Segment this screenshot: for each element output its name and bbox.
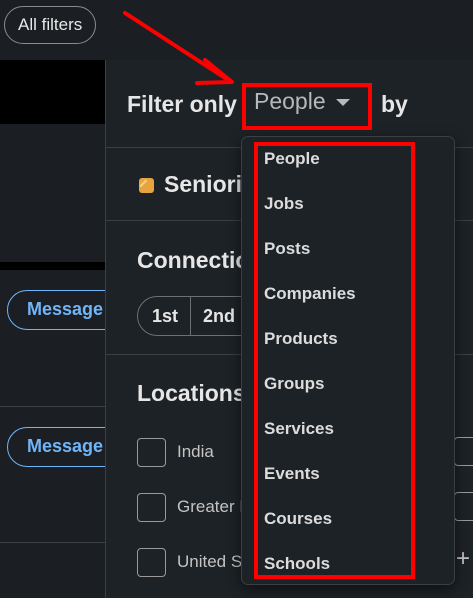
location-checkbox[interactable] [137, 547, 166, 577]
dropdown-item-services[interactable]: Services [264, 419, 334, 439]
filter-panel-header: Filter only People by [106, 60, 473, 148]
search-results-column: Message Message [0, 60, 127, 598]
location-checkbox[interactable] [137, 437, 166, 467]
plus-icon[interactable]: + [456, 545, 470, 573]
result-type-dropdown: People Jobs Posts Companies Products Gro… [242, 137, 454, 584]
dropdown-item-companies[interactable]: Companies [264, 284, 356, 304]
caret-down-icon [335, 99, 350, 107]
connection-1st-button[interactable]: 1st [138, 297, 192, 335]
dropdown-item-jobs[interactable]: Jobs [264, 194, 304, 214]
dropdown-item-courses[interactable]: Courses [264, 509, 332, 529]
all-filters-button[interactable]: All filters [4, 6, 97, 44]
location-checkbox[interactable] [454, 492, 473, 521]
result-banner [0, 60, 105, 124]
location-checkbox[interactable] [137, 492, 166, 522]
result-divider [0, 406, 105, 407]
result-divider [0, 542, 105, 543]
result-separator [0, 262, 105, 270]
location-label: United St [177, 552, 247, 571]
top-bar: All filters [0, 0, 473, 60]
dropdown-item-products[interactable]: Products [264, 329, 338, 349]
location-checkbox[interactable] [454, 437, 473, 466]
location-label: India [177, 442, 214, 461]
dropdown-item-people[interactable]: People [264, 149, 320, 169]
filter-only-label: Filter only [127, 91, 237, 117]
location-option[interactable]: Greater B [137, 492, 251, 522]
dropdown-item-posts[interactable]: Posts [264, 239, 310, 259]
result-type-value: People [254, 88, 326, 114]
location-option[interactable]: India [137, 437, 214, 467]
locations-title: Locations [137, 380, 246, 406]
dropdown-item-events[interactable]: Events [264, 464, 320, 484]
location-label: Greater B [177, 497, 251, 516]
lock-icon [139, 178, 154, 193]
dropdown-item-schools[interactable]: Schools [264, 554, 330, 574]
connection-2nd-button[interactable]: 2nd [191, 297, 249, 335]
dropdown-item-groups[interactable]: Groups [264, 374, 324, 394]
result-type-select[interactable]: People [254, 88, 350, 124]
by-label: by [381, 91, 408, 117]
location-option[interactable]: United St [137, 547, 247, 577]
